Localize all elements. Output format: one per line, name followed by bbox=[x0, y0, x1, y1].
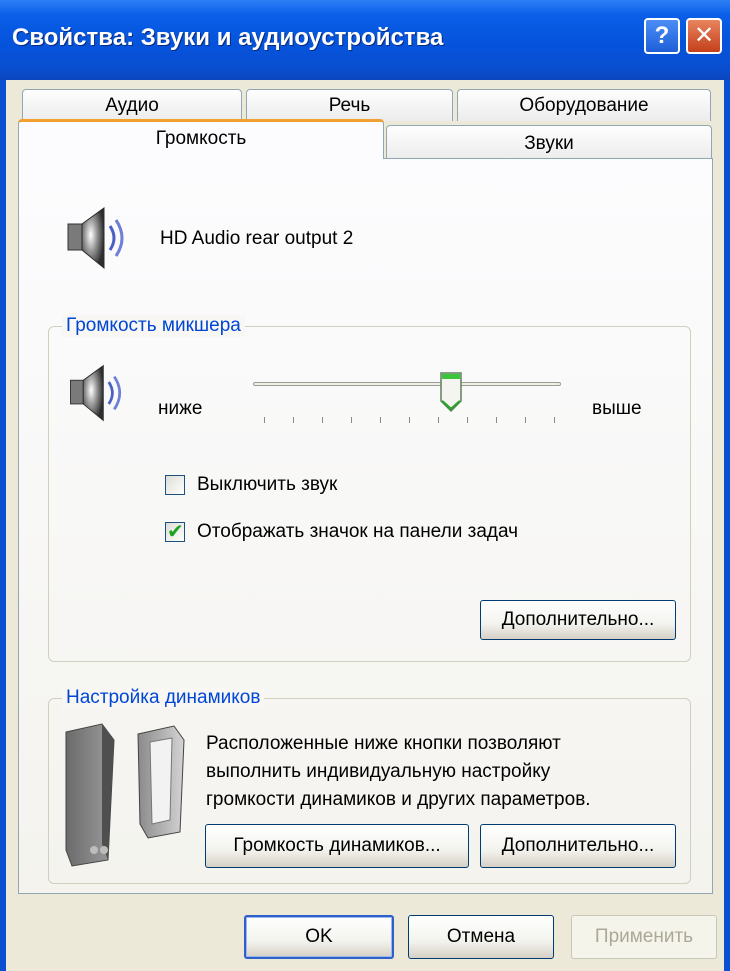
speaker-description-line: Расположенные ниже кнопки позволяют bbox=[206, 733, 561, 754]
tray-icon-checkbox[interactable]: ✔ bbox=[165, 521, 185, 543]
apply-button: Применить bbox=[571, 915, 717, 959]
volume-high-label: выше bbox=[592, 398, 642, 419]
speaker-advanced-button[interactable]: Дополнительно... bbox=[480, 824, 676, 868]
slider-tick bbox=[554, 417, 555, 423]
speaker-volume-button[interactable]: Громкость динамиков... bbox=[205, 824, 469, 868]
slider-tick bbox=[293, 417, 294, 423]
speaker-description-line: громкости динамиков и других параметров. bbox=[206, 789, 591, 810]
volume-slider-thumb[interactable] bbox=[439, 371, 463, 413]
title-bar[interactable]: Свойства: Звуки и аудиоустройства ? ✕ bbox=[0, 0, 730, 80]
volume-slider-track[interactable] bbox=[253, 382, 561, 386]
close-button[interactable]: ✕ bbox=[686, 18, 722, 54]
tray-icon-label[interactable]: Отображать значок на панели задач bbox=[197, 521, 518, 543]
window-border-right bbox=[724, 80, 730, 971]
window-border-left bbox=[0, 80, 6, 971]
speaker-settings-group-title: Настройка динамиков bbox=[62, 687, 265, 709]
mixer-advanced-button[interactable]: Дополнительно... bbox=[480, 600, 676, 640]
help-button[interactable]: ? bbox=[644, 18, 680, 54]
tab-volume[interactable]: Громкость bbox=[18, 119, 384, 159]
cancel-button[interactable]: Отмена bbox=[408, 915, 554, 959]
tab-speech[interactable]: Речь bbox=[246, 89, 453, 121]
slider-tick bbox=[438, 417, 439, 423]
ok-button[interactable]: OK bbox=[244, 915, 394, 959]
window-title: Свойства: Звуки и аудиоустройства bbox=[12, 24, 444, 51]
speaker-icon bbox=[67, 207, 124, 270]
mixer-volume-group-title: Громкость микшера bbox=[62, 315, 245, 337]
tab-sounds[interactable]: Звуки bbox=[386, 125, 712, 159]
slider-tick bbox=[380, 417, 381, 423]
speaker-description-line: выполнить индивидуальную настройку bbox=[206, 761, 551, 782]
tab-hardware[interactable]: Оборудование bbox=[457, 89, 711, 121]
mute-checkbox[interactable] bbox=[165, 475, 185, 495]
mute-label[interactable]: Выключить звук bbox=[197, 474, 337, 496]
slider-tick bbox=[496, 417, 497, 423]
sound-properties-window: Свойства: Звуки и аудиоустройства ? ✕ Ау… bbox=[0, 0, 730, 971]
mixer-speaker-icon bbox=[70, 364, 122, 422]
tab-audio[interactable]: Аудио bbox=[22, 89, 242, 121]
slider-tick bbox=[322, 417, 323, 423]
device-name: HD Audio rear output 2 bbox=[160, 228, 354, 249]
volume-low-label: ниже bbox=[158, 398, 203, 419]
speaker-description: Расположенные ниже кнопки позволяют выпо… bbox=[206, 730, 591, 814]
slider-tick bbox=[467, 417, 468, 423]
slider-tick bbox=[264, 417, 265, 423]
checkmark-icon: ✔ bbox=[167, 521, 184, 543]
slider-tick bbox=[351, 417, 352, 423]
speakers-icon bbox=[65, 723, 185, 867]
slider-tick bbox=[525, 417, 526, 423]
slider-tick bbox=[409, 417, 410, 423]
